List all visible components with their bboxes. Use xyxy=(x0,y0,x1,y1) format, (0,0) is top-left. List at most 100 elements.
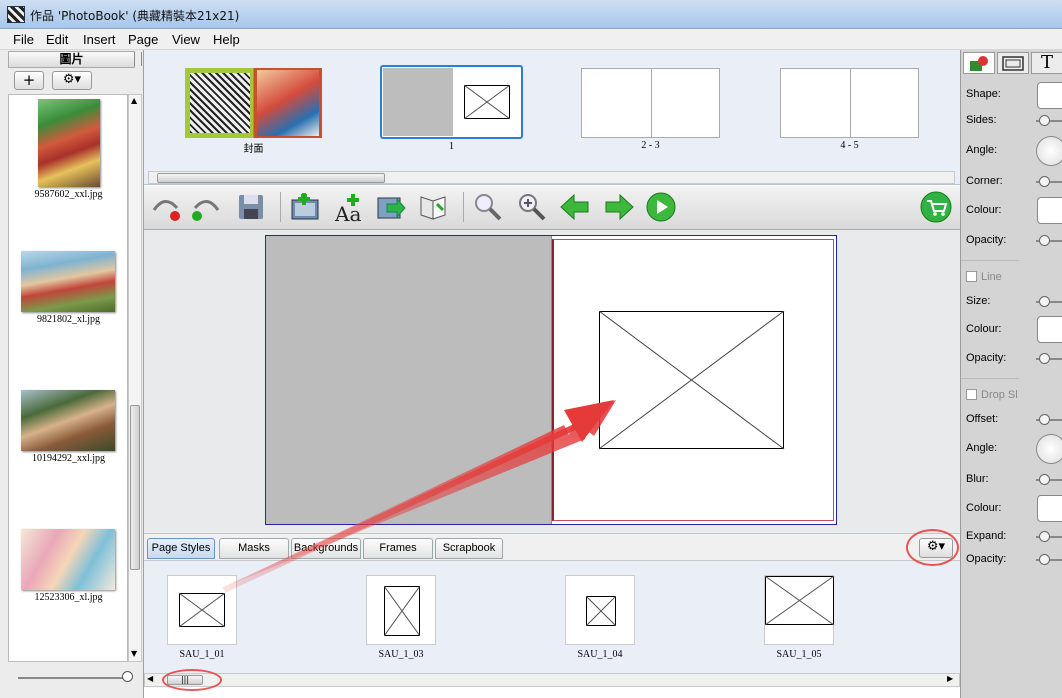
slider-knob[interactable] xyxy=(1039,176,1050,187)
scrollbar-thumb[interactable] xyxy=(157,173,385,183)
page-preview xyxy=(780,68,919,138)
page-thumb-label: 2 - 3 xyxy=(641,140,660,151)
blur-label: Blur: xyxy=(966,473,989,485)
title-bar: 作品 'PhotoBook' (典藏精裝本21x21) xyxy=(0,0,1062,29)
menu-file[interactable]: File xyxy=(13,32,34,47)
arrow-left-icon[interactable] xyxy=(559,191,591,223)
add-photo-button[interactable]: + xyxy=(14,71,44,90)
export-icon[interactable] xyxy=(375,191,407,223)
menu-page[interactable]: Page xyxy=(128,32,158,47)
drop-shadow-title: Drop Sl xyxy=(981,389,1018,401)
page-thumb-cover[interactable]: 封面 xyxy=(185,68,322,155)
slider-knob[interactable] xyxy=(1039,414,1050,425)
add-text-icon[interactable]: Aa xyxy=(333,191,365,223)
photo-list-scrollbar[interactable]: ▲ ▼ xyxy=(128,94,142,662)
menu-view[interactable]: View xyxy=(172,32,200,47)
slider-knob[interactable] xyxy=(1039,554,1050,565)
slider-knob[interactable] xyxy=(1039,531,1050,542)
line-checkbox[interactable] xyxy=(966,271,977,282)
colour-label: Colour: xyxy=(966,502,1002,514)
shape-picker[interactable] xyxy=(1037,82,1062,109)
add-photo-icon[interactable] xyxy=(289,191,321,223)
angle-dial[interactable] xyxy=(1036,434,1062,464)
slider-knob[interactable] xyxy=(1039,353,1050,364)
scroll-down-arrow[interactable]: ▼ xyxy=(131,649,137,658)
photo-thumbnail[interactable] xyxy=(21,251,115,312)
scroll-up-arrow[interactable]: ▲ xyxy=(131,96,137,105)
annotation-circle xyxy=(162,669,222,691)
photo-settings-button[interactable]: ⚙▾ xyxy=(52,71,92,90)
thumbnail-size-slider[interactable] xyxy=(18,677,130,679)
colour-swatch[interactable] xyxy=(1037,316,1062,343)
thumbnail-strip-scrollbar[interactable] xyxy=(148,171,955,184)
undo-icon[interactable] xyxy=(149,191,181,223)
window-title: 作品 'PhotoBook' (典藏精裝本21x21) xyxy=(30,9,240,23)
annotation-circle xyxy=(906,529,959,566)
photo-list[interactable]: 9587602_xxl.jpg 9821802_xl.jpg 10194292_… xyxy=(8,94,128,662)
slider-knob[interactable] xyxy=(1039,115,1050,126)
line-section-title: Line xyxy=(981,271,1002,283)
zoom-out-icon[interactable] xyxy=(472,191,504,223)
page-thumb-label: 封面 xyxy=(243,144,264,155)
slider-knob[interactable] xyxy=(1039,235,1050,246)
drag-hint-arrow xyxy=(222,400,616,593)
photo-panel: 圖片 + ⚙▾ 9587602_xxl.jpg 9821802_xl.jpg 1… xyxy=(0,50,144,698)
photo-thumbnail[interactable] xyxy=(21,529,115,590)
opacity-label: Opacity: xyxy=(966,234,1007,246)
photo-thumbnail[interactable] xyxy=(38,99,100,187)
colour-label: Colour: xyxy=(966,323,1002,335)
page-thumb-1[interactable]: 1 xyxy=(380,65,523,152)
page-thumb-2-3[interactable]: 2 - 3 xyxy=(581,68,720,151)
scrollbar-thumb[interactable] xyxy=(130,405,140,570)
save-icon[interactable] xyxy=(235,191,267,223)
colour-swatch[interactable] xyxy=(1037,495,1062,522)
page-thumb-label: 4 - 5 xyxy=(840,140,859,151)
page-thumb-label: 1 xyxy=(449,141,454,152)
menu-help[interactable]: Help xyxy=(213,32,240,47)
page-thumbnail-strip: 封面 1 2 - 3 4 - 5 xyxy=(144,50,960,185)
play-icon[interactable] xyxy=(645,191,677,223)
text-tool-icon[interactable]: T xyxy=(1031,52,1062,74)
slider-knob[interactable] xyxy=(122,671,133,682)
photo-filename: 10194292_xxl.jpg xyxy=(31,453,106,464)
redo-icon[interactable] xyxy=(191,191,223,223)
arrow-right-icon[interactable] xyxy=(603,191,635,223)
opacity-label: Opacity: xyxy=(966,553,1007,565)
angle-label: Angle: xyxy=(966,144,998,156)
shape-tool-icon[interactable] xyxy=(963,52,995,74)
panel-grip-handle[interactable] xyxy=(134,52,142,66)
slider-knob[interactable] xyxy=(1039,296,1050,307)
drop-shadow-checkbox[interactable] xyxy=(966,389,977,400)
frame-tool-icon[interactable] xyxy=(997,52,1029,74)
photo-item[interactable]: 12523306_xl.jpg xyxy=(21,529,116,603)
cart-icon[interactable] xyxy=(920,191,952,223)
angle-dial[interactable] xyxy=(1036,136,1062,166)
photo-item[interactable]: 10194292_xxl.jpg xyxy=(21,390,116,464)
angle-label: Angle: xyxy=(966,442,998,454)
app-icon xyxy=(7,6,25,23)
page-preview xyxy=(581,68,720,138)
menu-edit[interactable]: Edit xyxy=(46,32,68,47)
page-thumb-4-5[interactable]: 4 - 5 xyxy=(780,68,919,151)
properties-panel: T Shape: Sides: Angle: Corner: Colour: O… xyxy=(960,50,1062,698)
cover-preview xyxy=(185,68,322,138)
photo-item[interactable]: 9587602_xxl.jpg xyxy=(21,99,116,200)
menu-bar: File Edit Insert Page View Help xyxy=(0,29,1062,50)
photo-filename: 9821802_xl.jpg xyxy=(36,314,101,325)
main-toolbar: Aa xyxy=(144,186,960,230)
svg-text:Aa: Aa xyxy=(334,202,361,223)
photo-panel-header: 圖片 xyxy=(8,51,135,68)
menu-insert[interactable]: Insert xyxy=(83,32,116,47)
colour-swatch[interactable] xyxy=(1037,197,1062,224)
pages-icon[interactable] xyxy=(417,191,449,223)
expand-label: Expand: xyxy=(966,530,1007,542)
zoom-in-icon[interactable] xyxy=(516,191,548,223)
opacity-label: Opacity: xyxy=(966,352,1007,364)
photo-thumbnail[interactable] xyxy=(21,390,115,451)
photo-item[interactable]: 9821802_xl.jpg xyxy=(21,251,116,325)
page-preview-selected xyxy=(380,65,523,139)
photo-filename: 9587602_xxl.jpg xyxy=(34,189,103,200)
size-label: Size: xyxy=(966,295,991,307)
slider-knob[interactable] xyxy=(1039,474,1050,485)
shape-label: Shape: xyxy=(966,88,1001,100)
